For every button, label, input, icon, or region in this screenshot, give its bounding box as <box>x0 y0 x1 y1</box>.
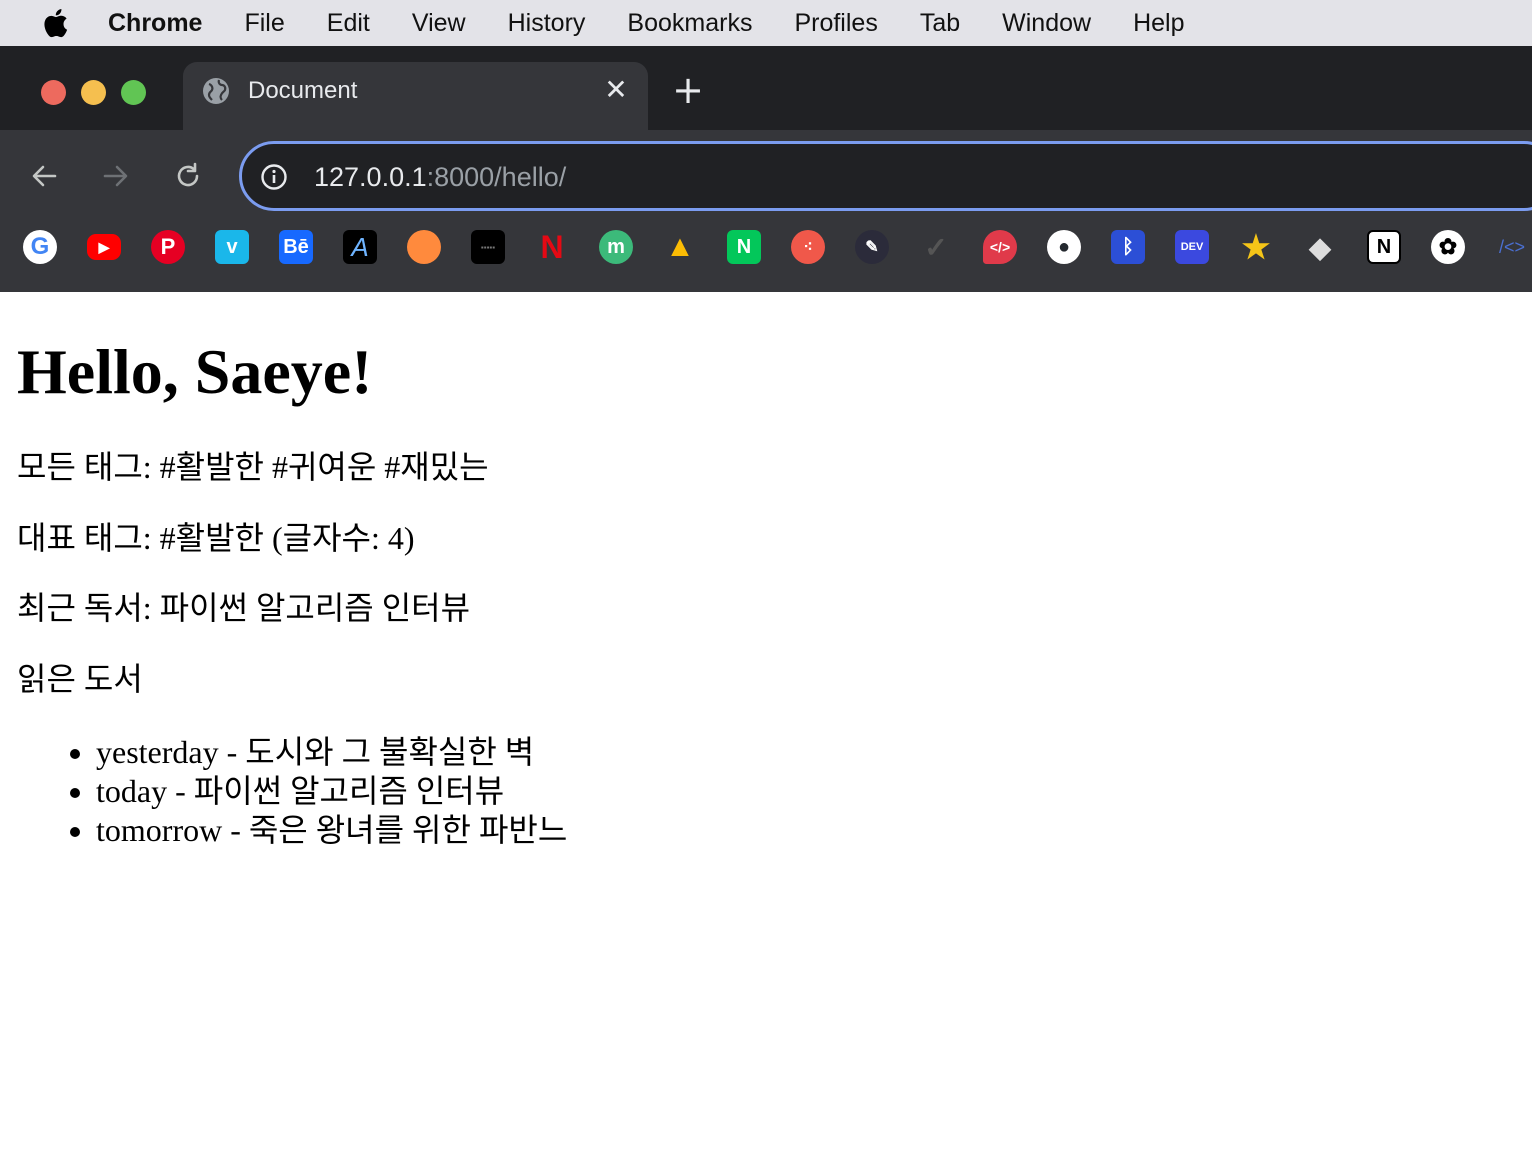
minimize-window-button[interactable] <box>81 80 106 105</box>
menu-bookmarks[interactable]: Bookmarks <box>627 0 752 46</box>
menu-app-chrome[interactable]: Chrome <box>108 0 202 46</box>
page-heading: Hello, Saeye! <box>17 336 373 407</box>
menu-profiles[interactable]: Profiles <box>794 0 877 46</box>
url-text[interactable]: 127.0.0.1:8000/hello/ <box>314 158 566 196</box>
back-arrow-icon[interactable] <box>24 156 64 196</box>
tab-title: Document <box>248 77 358 104</box>
naver-icon[interactable]: N <box>727 230 761 264</box>
list-item: yesterday - 도시와 그 불확실한 벽 <box>96 733 567 772</box>
behance-icon[interactable]: Bē <box>279 230 313 264</box>
address-bar[interactable]: 127.0.0.1:8000/hello/ <box>239 141 1532 211</box>
code-brackets-icon[interactable]: /<> <box>1495 230 1529 264</box>
vimeo-icon[interactable]: v <box>215 230 249 264</box>
books-heading: 읽은 도서 <box>17 661 143 697</box>
bluetooth-icon[interactable]: ᛒ <box>1111 230 1145 264</box>
notion-icon[interactable]: N <box>1367 230 1401 264</box>
pinterest-icon[interactable]: P <box>151 230 185 264</box>
font-a-icon[interactable]: A <box>343 230 377 264</box>
list-item: tomorrow - 죽은 왕녀를 위한 파반느 <box>96 811 567 850</box>
tab-close-icon[interactable]: ✕ <box>601 74 631 106</box>
check-icon[interactable]: ✓ <box>919 230 953 264</box>
page-content: Hello, Saeye! 모든 태그: #활발한 #귀여운 #재밌는 대표 태… <box>0 292 1532 1158</box>
all-tags-text: 모든 태그: #활발한 #귀여운 #재밌는 <box>17 449 489 485</box>
bookmarks-bar: G ▶ Pv Bē A ▪▪▪▪▪ Nm ▲ N ⁖ ✎ ✓ </> ● ᛒ DEV ★ ◆ N ✿ /<> <box>0 230 1532 292</box>
menu-help[interactable]: Help <box>1133 0 1184 46</box>
browser-window-chrome: Document ✕ + 127.0.0.1:8000/hello/ G ▶ Pv B… <box>0 46 1532 292</box>
netflix-icon[interactable]: N <box>535 230 569 264</box>
tab-strip: Document ✕ + <box>0 46 1532 130</box>
url-host: 127.0.0.1 <box>314 162 427 192</box>
star-icon[interactable]: ★ <box>1239 230 1273 264</box>
black-box-icon[interactable]: ▪▪▪▪▪ <box>471 230 505 264</box>
youtube-icon[interactable]: ▶ <box>87 234 121 260</box>
books-list: yesterday - 도시와 그 불확실한 벽 today - 파이썬 알고리… <box>96 733 567 850</box>
new-tab-plus-icon[interactable]: + <box>672 71 704 109</box>
recent-reading-text: 최근 독서: 파이썬 알고리즘 인터뷰 <box>17 590 471 626</box>
tab-document[interactable]: Document ✕ <box>183 62 648 130</box>
tag-icon[interactable]: ◆ <box>1303 230 1337 264</box>
pen-icon[interactable]: ✎ <box>855 230 889 264</box>
url-path: :8000/hello/ <box>426 162 567 192</box>
menu-history[interactable]: History <box>508 0 586 46</box>
browser-toolbar: 127.0.0.1:8000/hello/ G ▶ Pv Bē A ▪▪▪▪▪ Nm ▲ N ⁖ ✎… <box>0 130 1532 292</box>
menu-view[interactable]: View <box>412 0 466 46</box>
main-tag-text: 대표 태그: #활발한 (글자수: 4) <box>17 520 415 556</box>
openai-icon[interactable]: ✿ <box>1431 230 1465 264</box>
site-info-icon[interactable] <box>260 163 288 191</box>
fullscreen-window-button[interactable] <box>121 80 146 105</box>
m-icon[interactable]: m <box>599 230 633 264</box>
dev-icon[interactable]: DEV <box>1175 230 1209 264</box>
dots-icon[interactable]: ⁖ <box>791 230 825 264</box>
list-item: today - 파이썬 알고리즘 인터뷰 <box>96 772 567 811</box>
menu-edit[interactable]: Edit <box>327 0 370 46</box>
macos-menu-bar: Chrome File Edit View History Bookmarks … <box>0 0 1532 46</box>
code-bubble-icon[interactable]: </> <box>983 230 1017 264</box>
apple-logo-icon[interactable] <box>40 7 70 39</box>
globe-icon <box>201 76 231 106</box>
menu-file[interactable]: File <box>244 0 284 46</box>
google-drive-icon[interactable]: ▲ <box>663 230 697 264</box>
orange-icon[interactable] <box>407 230 441 264</box>
forward-arrow-icon[interactable] <box>96 156 136 196</box>
github-icon[interactable]: ● <box>1047 230 1081 264</box>
google-icon[interactable]: G <box>23 230 57 264</box>
menu-tab[interactable]: Tab <box>920 0 960 46</box>
reload-icon[interactable] <box>168 156 208 196</box>
close-window-button[interactable] <box>41 80 66 105</box>
menu-window[interactable]: Window <box>1002 0 1091 46</box>
